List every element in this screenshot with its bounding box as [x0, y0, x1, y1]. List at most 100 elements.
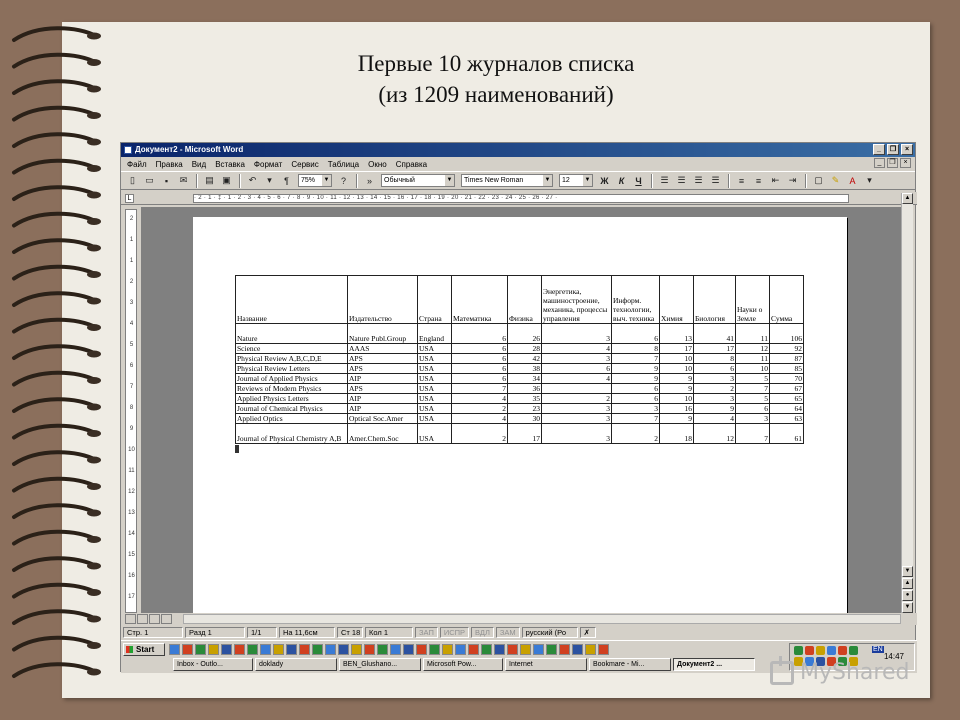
decrease-indent-icon[interactable]: ⇤ — [768, 173, 783, 188]
quick-launch-icon[interactable] — [247, 644, 258, 655]
value-cell[interactable]: 10 — [735, 363, 770, 374]
tray-icon[interactable] — [805, 646, 814, 655]
quick-launch-icon[interactable] — [585, 644, 596, 655]
value-cell[interactable]: 41 — [693, 323, 736, 344]
quick-launch-icon[interactable] — [494, 644, 505, 655]
tray-icon[interactable] — [794, 646, 803, 655]
value-cell[interactable]: 3 — [541, 323, 612, 344]
quick-launch-icon[interactable] — [182, 644, 193, 655]
tray-icon[interactable] — [849, 646, 858, 655]
publisher-cell[interactable]: APS — [347, 363, 418, 374]
justify-icon[interactable]: ☰ — [708, 173, 723, 188]
quick-launch-icon[interactable] — [234, 644, 245, 655]
quick-launch-icon[interactable] — [390, 644, 401, 655]
quick-launch-icon[interactable] — [377, 644, 388, 655]
value-cell[interactable]: 4 — [541, 373, 612, 384]
menu-view[interactable]: Вид — [192, 160, 206, 169]
value-cell[interactable]: 6 — [541, 363, 612, 374]
menu-window[interactable]: Окно — [368, 160, 387, 169]
publisher-cell[interactable]: AAAS — [347, 343, 418, 354]
toolbar-options-icon[interactable]: ▾ — [862, 173, 877, 188]
quick-launch-icon[interactable] — [169, 644, 180, 655]
quick-launch-icon[interactable] — [468, 644, 479, 655]
doc-restore-button[interactable]: ❐ — [887, 158, 898, 168]
style-select[interactable]: Обычный ▼ — [381, 174, 455, 187]
undo-icon[interactable]: ↶ — [245, 173, 260, 188]
country-cell[interactable]: USA — [417, 383, 452, 394]
value-cell[interactable]: 16 — [659, 403, 694, 414]
value-cell[interactable]: 34 — [507, 373, 542, 384]
value-cell[interactable]: 67 — [769, 383, 804, 394]
horizontal-ruler[interactable]: · 2 · 1 · ‡ · 1 · 2 · 3 · 4 · 5 · 6 · 7 … — [193, 194, 849, 203]
value-cell[interactable]: 7 — [451, 383, 508, 394]
next-page-icon[interactable]: ▼ — [902, 602, 913, 613]
task-button-active[interactable]: Документ2 ... — [673, 658, 755, 671]
journal-name-cell[interactable]: Journal of Physical Chemistry A,B — [235, 423, 348, 444]
value-cell[interactable]: 3 — [693, 393, 736, 404]
toolbar-options-icon[interactable]: » — [362, 173, 377, 188]
align-center-icon[interactable]: ☰ — [674, 173, 689, 188]
value-cell[interactable]: 61 — [769, 423, 804, 444]
value-cell[interactable]: 2 — [693, 383, 736, 394]
value-cell[interactable]: 3 — [735, 413, 770, 424]
value-cell[interactable]: 85 — [769, 363, 804, 374]
font-color-icon[interactable]: A — [845, 173, 860, 188]
value-cell[interactable]: 9 — [693, 403, 736, 414]
header-cell[interactable]: Математика — [451, 275, 508, 324]
journal-name-cell[interactable]: Reviews of Modern Physics — [235, 383, 348, 394]
value-cell[interactable]: 10 — [659, 393, 694, 404]
horizontal-scrollbar[interactable] — [183, 614, 901, 624]
value-cell[interactable]: 6 — [611, 393, 660, 404]
value-cell[interactable] — [541, 383, 612, 394]
value-cell[interactable]: 9 — [611, 363, 660, 374]
value-cell[interactable]: 6 — [611, 323, 660, 344]
header-cell[interactable]: Науки о Земле — [735, 275, 770, 324]
quick-launch-icon[interactable] — [481, 644, 492, 655]
value-cell[interactable]: 65 — [769, 393, 804, 404]
value-cell[interactable]: 26 — [507, 323, 542, 344]
country-cell[interactable]: USA — [417, 363, 452, 374]
status-trk[interactable]: ИСПР — [439, 627, 470, 638]
status-ext[interactable]: ВДЛ — [471, 627, 494, 638]
minimize-button[interactable]: _ — [873, 144, 885, 155]
quick-launch-icon[interactable] — [312, 644, 323, 655]
value-cell[interactable]: 63 — [769, 413, 804, 424]
country-cell[interactable]: USA — [417, 403, 452, 414]
value-cell[interactable]: 5 — [735, 393, 770, 404]
quick-launch-icon[interactable] — [260, 644, 271, 655]
status-language[interactable]: русский (Ро — [521, 627, 578, 638]
quick-launch-icon[interactable] — [273, 644, 284, 655]
header-cell[interactable]: Страна — [417, 275, 452, 324]
value-cell[interactable]: 7 — [735, 383, 770, 394]
value-cell[interactable]: 6 — [735, 403, 770, 414]
value-cell[interactable]: 7 — [611, 413, 660, 424]
value-cell[interactable]: 7 — [611, 353, 660, 364]
tab-selector[interactable]: L — [125, 194, 134, 203]
value-cell[interactable]: 5 — [735, 373, 770, 384]
value-cell[interactable]: 18 — [659, 423, 694, 444]
value-cell[interactable]: 3 — [611, 403, 660, 414]
value-cell[interactable]: 38 — [507, 363, 542, 374]
publisher-cell[interactable]: AIP — [347, 393, 418, 404]
print-view-icon[interactable] — [149, 614, 160, 624]
tray-icon[interactable] — [827, 646, 836, 655]
previous-page-icon[interactable]: ▲ — [902, 578, 913, 589]
quick-launch-icon[interactable] — [416, 644, 427, 655]
publisher-cell[interactable]: Amer.Chem.Soc — [347, 423, 418, 444]
journal-name-cell[interactable]: Applied Physics Letters — [235, 393, 348, 404]
align-left-icon[interactable]: ☰ — [657, 173, 672, 188]
quick-launch-icon[interactable] — [299, 644, 310, 655]
header-cell[interactable]: Сумма — [769, 275, 804, 324]
value-cell[interactable]: 23 — [507, 403, 542, 414]
quick-launch-icon[interactable] — [403, 644, 414, 655]
quick-launch-icon[interactable] — [195, 644, 206, 655]
menu-tools[interactable]: Сервис — [291, 160, 318, 169]
increase-indent-icon[interactable]: ⇥ — [785, 173, 800, 188]
value-cell[interactable]: 28 — [507, 343, 542, 354]
journal-name-cell[interactable]: Science — [235, 343, 348, 354]
quick-launch-icon[interactable] — [221, 644, 232, 655]
document-page[interactable]: Название Издательство Страна Математика … — [193, 217, 847, 613]
scroll-down-arrow-icon[interactable]: ▼ — [902, 566, 913, 577]
value-cell[interactable]: 8 — [693, 353, 736, 364]
print-icon[interactable]: ▤ — [202, 173, 217, 188]
